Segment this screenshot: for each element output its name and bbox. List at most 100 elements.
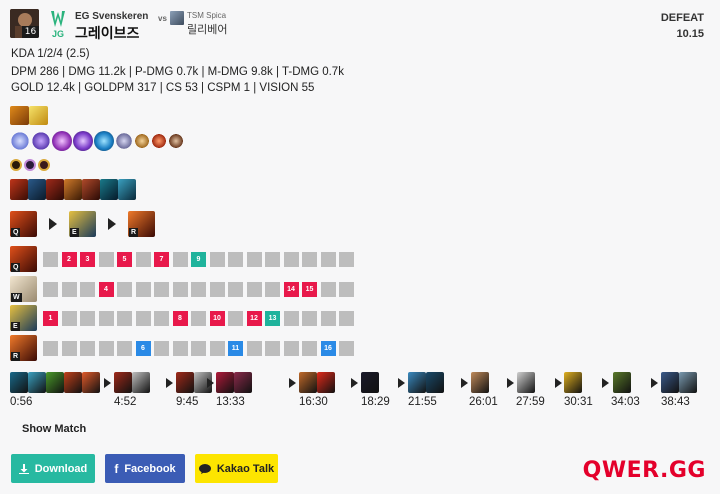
skill-level-cell [191,310,206,326]
item-icon [679,372,697,393]
item-icon [361,372,379,393]
skill-row-w: W 4 14 15 [10,276,358,302]
skill-level-cell [339,340,354,356]
champion-portrait: 16 [10,9,39,38]
player-name: 그레이브즈 [75,26,140,42]
champion-level: 16 [22,26,39,38]
skill-e-icon: E [10,305,37,331]
skill-level-cell: 5 [117,251,132,267]
kakao-button[interactable]: Kakao Talk [195,454,278,483]
skill-level-cell [320,251,336,267]
skill-level-cell [154,310,169,326]
show-match-link[interactable]: Show Match [22,423,86,435]
timeline-time: 0:56 [10,396,33,408]
timeline-group [564,372,582,393]
arrow-right-icon [398,378,405,388]
arrow-right-icon [602,378,609,388]
skill-level-cell [98,251,114,267]
brand-logo: QWER.GG [582,458,706,483]
skill-level-cell [172,251,188,267]
timeline-group [408,372,444,393]
timeline-group [613,372,631,393]
skill-level-cell [98,340,114,356]
gold-stats: GOLD 12.4k | GOLDPM 317 | CS 53 | CSPM 1… [11,82,315,94]
skill-r-icon: R [128,211,155,237]
skill-level-cell: 9 [191,251,206,267]
arrow-right-icon [207,378,214,388]
skill-level-cell [80,340,95,356]
attack-speed-shard-icon [10,159,22,171]
item-icon [613,372,631,393]
timeline-group [661,372,697,393]
arrow-right-icon [351,378,358,388]
skill-e-icon: E [69,211,96,237]
skill-level-cell [228,251,243,267]
skill-level-cell [135,251,151,267]
timeline-time: 34:03 [611,396,640,408]
item-icon [517,372,535,393]
timeline-group [471,372,489,393]
skill-level-cell [320,310,336,326]
skill-max-order: Q E R [10,211,155,237]
skill-level-cell: 6 [135,340,151,356]
team-logo: JG [45,9,71,39]
damage-stats: DPM 286 | DMG 11.2k | P-DMG 0.7k | M-DMG… [11,66,344,78]
skill-level-cell [265,340,280,356]
timeline-time: 21:55 [408,396,437,408]
arrow-right-icon [461,378,468,388]
rune-shards [10,159,50,171]
skill-level-cell [117,281,132,297]
opponent-name: 릴리베어 [187,23,228,36]
timeline-group [361,372,379,393]
skill-level-cell [320,281,336,297]
item-icon [46,372,64,393]
skill-level-cell [98,310,114,326]
skill-level-cell: 1 [43,310,58,326]
arrow-right-icon [651,378,658,388]
item-icon [564,372,582,393]
transcendence-icon [115,132,133,150]
item-icon [471,372,489,393]
skill-level-cell [246,281,262,297]
player-team: EG Svenskeren [75,11,149,22]
skill-level-cell [246,251,262,267]
skill-level-cell [228,310,243,326]
skill-level-cell [339,251,354,267]
item-icon [28,372,46,393]
item-icon [426,372,444,393]
timeline-group [517,372,535,393]
skill-level-cell [191,281,206,297]
item-icon [408,372,426,393]
arcane-comet-icon [31,131,51,151]
skill-level-cell: 8 [172,310,188,326]
download-button[interactable]: Download [11,454,95,483]
skill-level-cell [43,281,58,297]
skill-level-cell [283,251,299,267]
skill-level-cell: 13 [265,310,280,326]
skill-level-cell [154,281,169,297]
item-icon [10,372,28,393]
download-icon [18,463,29,474]
item-icon [82,179,100,200]
skill-level-cell [172,340,188,356]
skill-level-cell [302,251,317,267]
nullifying-orb-icon [52,131,72,151]
skill-level-cell [43,251,58,267]
item-icon [100,179,118,200]
skill-level-cell: 3 [80,251,95,267]
skill-level-cell: 4 [98,281,114,297]
adaptive-shard-icon [24,159,36,171]
kakao-label: Kakao Talk [216,462,275,475]
facebook-label: Facebook [124,462,176,475]
skill-level-cell [302,310,317,326]
skill-level-cell [43,340,58,356]
timeline-time: 13:33 [216,396,245,408]
item-icon [64,372,82,393]
facebook-button[interactable]: f Facebook [105,454,185,483]
skill-level-cell [209,340,225,356]
item-icon [661,372,679,393]
kda-stat: KDA 1/2/4 (2.5) [11,48,90,60]
flash-spell-icon [29,106,48,125]
sorcery-rune-icon [10,131,30,151]
timeline-time: 16:30 [299,396,328,408]
